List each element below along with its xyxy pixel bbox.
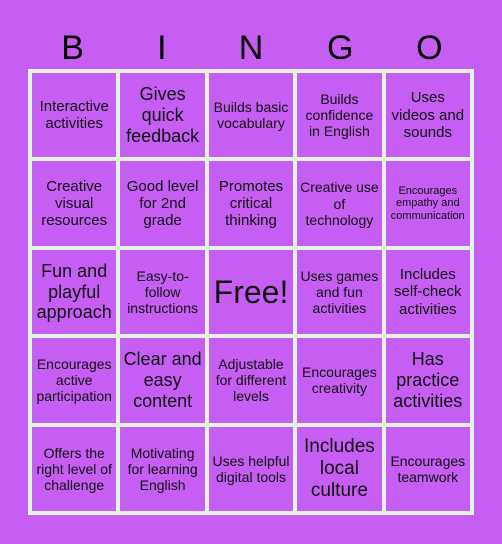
bingo-cell[interactable]: Interactive activities xyxy=(32,73,117,158)
bingo-cell[interactable]: Includes self-check activities xyxy=(385,249,470,335)
bingo-cell[interactable]: Creative visual resources xyxy=(32,161,117,246)
bingo-cell[interactable]: Creative use of technology xyxy=(297,161,382,246)
bingo-cell[interactable]: Fun and playful approach xyxy=(32,249,117,335)
bingo-cell[interactable]: Includes local culture xyxy=(297,426,382,511)
bingo-cell[interactable]: Uses helpful digital tools xyxy=(208,426,294,511)
header-letter-o: O xyxy=(416,29,443,67)
bingo-cell[interactable]: Gives quick feedback xyxy=(120,73,205,158)
bingo-cell[interactable]: Encourages teamwork xyxy=(385,426,470,511)
bingo-cell[interactable]: Encourages active participation xyxy=(32,338,117,423)
header-letter-b: B xyxy=(61,29,84,67)
bingo-cell[interactable]: Builds confidence in English xyxy=(297,73,382,158)
header-letter-g: G xyxy=(326,29,354,67)
bingo-header: B I N G O xyxy=(28,28,474,68)
bingo-cell[interactable]: Uses videos and sounds xyxy=(385,73,470,158)
bingo-cell[interactable]: Has practice activities xyxy=(385,338,470,423)
bingo-cell[interactable]: Encourages creativity xyxy=(297,338,382,423)
bingo-cell[interactable]: Clear and easy content xyxy=(120,338,205,423)
bingo-cell[interactable]: Builds basic vocabulary xyxy=(208,73,294,158)
bingo-cell[interactable]: Uses games and fun activities xyxy=(297,249,382,335)
bingo-grid: Interactive activities Gives quick feedb… xyxy=(28,69,474,515)
header-letter-n: N xyxy=(238,29,264,67)
bingo-cell[interactable]: Encourages empathy and communication xyxy=(385,161,470,246)
bingo-cell[interactable]: Motivating for learning English xyxy=(120,426,205,511)
header-letter-i: I xyxy=(157,29,167,67)
bingo-cell[interactable]: Adjustable for different levels xyxy=(208,338,294,423)
bingo-cell[interactable]: Offers the right level of challenge xyxy=(32,426,117,511)
bingo-cell[interactable]: Good level for 2nd grade xyxy=(120,161,205,246)
bingo-cell[interactable]: Easy-to-follow instructions xyxy=(120,249,205,335)
bingo-cell[interactable]: Promotes critical thinking xyxy=(208,161,294,246)
free-space-cell[interactable]: Free! xyxy=(208,249,294,335)
